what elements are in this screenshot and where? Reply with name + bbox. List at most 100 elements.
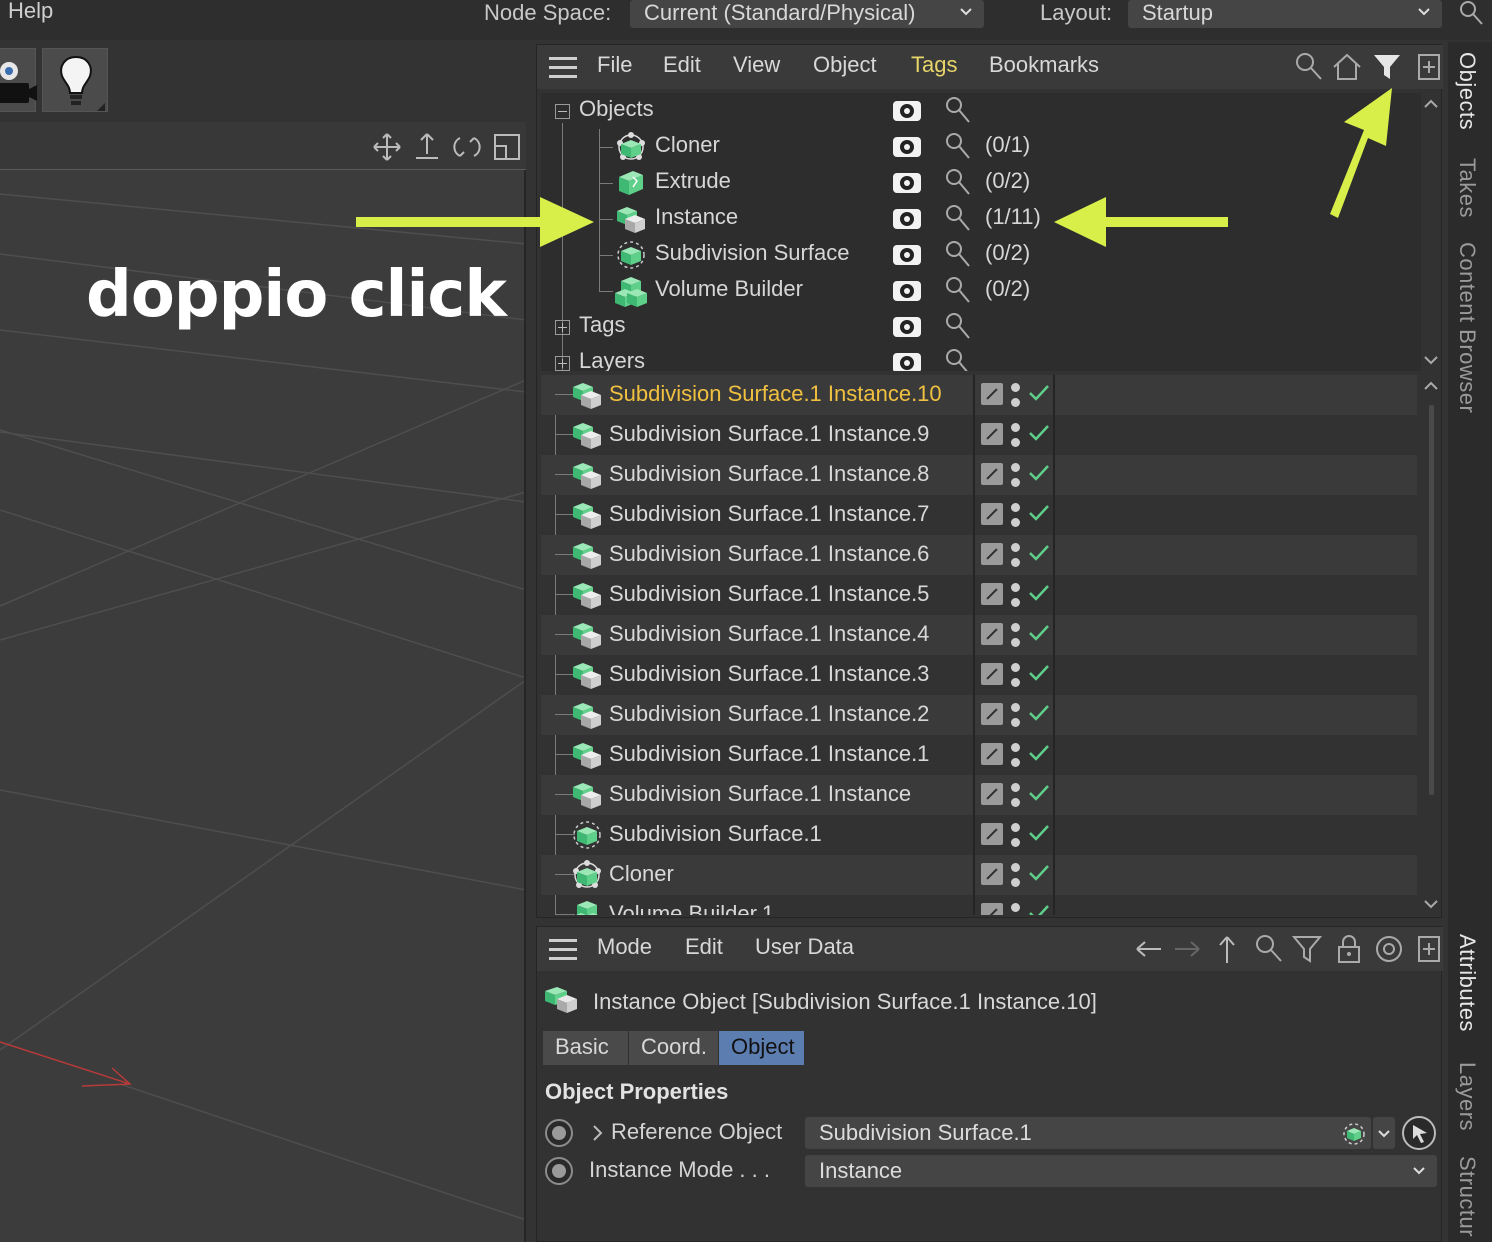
visibility-dots-icon[interactable] <box>1011 461 1021 489</box>
move-view-icon[interactable] <box>372 132 402 162</box>
edit-toggle-icon[interactable] <box>981 703 1003 725</box>
menu-edit[interactable]: Edit <box>663 52 701 78</box>
hamburger-menu-icon[interactable] <box>549 939 577 961</box>
list-item[interactable]: Subdivision Surface.1 Instance.8 <box>541 455 1417 495</box>
list-item[interactable]: Subdivision Surface.1 Instance.3 <box>541 655 1417 695</box>
visibility-dots-icon[interactable] <box>1011 581 1021 609</box>
menu-object[interactable]: Object <box>813 52 877 78</box>
filter-icon[interactable] <box>1291 933 1323 965</box>
check-icon[interactable] <box>1027 381 1051 405</box>
eye-icon[interactable] <box>893 353 921 371</box>
visibility-dots-icon[interactable] <box>1011 541 1021 569</box>
search-icon[interactable] <box>943 167 973 197</box>
list-item[interactable]: Subdivision Surface.1 <box>541 815 1417 855</box>
filter-icon[interactable] <box>1371 51 1403 83</box>
menu-user-data[interactable]: User Data <box>755 934 854 960</box>
check-icon[interactable] <box>1027 541 1051 565</box>
eye-icon[interactable] <box>893 281 921 301</box>
zoom-view-icon[interactable] <box>412 132 442 162</box>
eye-icon[interactable] <box>893 137 921 157</box>
edit-toggle-icon[interactable] <box>981 463 1003 485</box>
edit-toggle-icon[interactable] <box>981 623 1003 645</box>
eye-icon[interactable] <box>893 245 921 265</box>
tree-row-extrude[interactable]: Extrude (0/2) <box>541 165 1421 201</box>
list-item[interactable]: Cloner <box>541 855 1417 895</box>
edit-toggle-icon[interactable] <box>981 543 1003 565</box>
visibility-dots-icon[interactable] <box>1011 381 1021 409</box>
chevron-right-icon[interactable] <box>591 1123 605 1143</box>
check-icon[interactable] <box>1027 861 1051 885</box>
search-icon[interactable] <box>943 131 973 161</box>
visibility-dots-icon[interactable] <box>1011 741 1021 769</box>
search-icon[interactable] <box>943 311 973 341</box>
visibility-dots-icon[interactable] <box>1011 661 1021 689</box>
visibility-dots-icon[interactable] <box>1011 621 1021 649</box>
tab-basic[interactable]: Basic <box>543 1031 629 1065</box>
expand-icon[interactable] <box>555 356 570 371</box>
list-item[interactable]: Subdivision Surface.1 Instance.2 <box>541 695 1417 735</box>
search-icon[interactable] <box>1458 0 1484 26</box>
up-arrow-icon[interactable] <box>1211 933 1243 965</box>
visibility-dots-icon[interactable] <box>1011 501 1021 529</box>
check-icon[interactable] <box>1027 741 1051 765</box>
tree-scrollbar[interactable] <box>1421 93 1441 371</box>
edit-toggle-icon[interactable] <box>981 423 1003 445</box>
maximize-view-icon[interactable] <box>492 132 522 162</box>
list-item[interactable]: Subdivision Surface.1 Instance <box>541 775 1417 815</box>
edit-toggle-icon[interactable] <box>981 383 1003 405</box>
check-icon[interactable] <box>1027 581 1051 605</box>
menu-help[interactable]: Help <box>8 0 53 24</box>
rotate-view-icon[interactable] <box>452 132 482 162</box>
check-icon[interactable] <box>1027 501 1051 525</box>
visibility-dots-icon[interactable] <box>1011 781 1021 809</box>
collapse-icon[interactable] <box>555 104 570 119</box>
check-icon[interactable] <box>1027 621 1051 645</box>
search-icon[interactable] <box>943 239 973 269</box>
edit-toggle-icon[interactable] <box>981 743 1003 765</box>
list-item[interactable]: Subdivision Surface.1 Instance.4 <box>541 615 1417 655</box>
edit-toggle-icon[interactable] <box>981 663 1003 685</box>
reference-object-field[interactable]: Subdivision Surface.1 <box>805 1117 1371 1149</box>
pick-object-icon[interactable] <box>1401 1115 1437 1151</box>
expand-icon[interactable] <box>555 320 570 335</box>
tree-row-volume-builder[interactable]: Volume Builder (0/2) <box>541 273 1421 309</box>
list-scrollbar[interactable] <box>1421 375 1441 915</box>
tree-row-cloner[interactable]: Cloner (0/1) <box>541 129 1421 165</box>
visibility-dots-icon[interactable] <box>1011 421 1021 449</box>
menu-bookmarks[interactable]: Bookmarks <box>989 52 1099 78</box>
menu-edit[interactable]: Edit <box>685 934 723 960</box>
layout-select[interactable]: Startup <box>1128 0 1442 28</box>
menu-tags[interactable]: Tags <box>911 52 957 78</box>
tree-row-layers[interactable]: Layers <box>541 345 1421 371</box>
new-panel-icon[interactable] <box>1413 51 1445 83</box>
visibility-dots-icon[interactable] <box>1011 701 1021 729</box>
check-icon[interactable] <box>1027 781 1051 805</box>
menu-view[interactable]: View <box>733 52 780 78</box>
list-item[interactable]: Subdivision Surface.1 Instance.7 <box>541 495 1417 535</box>
tab-coord[interactable]: Coord. <box>629 1031 719 1065</box>
eye-icon[interactable] <box>893 209 921 229</box>
instance-mode-select[interactable]: Instance <box>805 1155 1437 1187</box>
edit-toggle-icon[interactable] <box>981 783 1003 805</box>
check-icon[interactable] <box>1027 901 1051 915</box>
tree-row-tags[interactable]: Tags <box>541 309 1421 345</box>
edit-toggle-icon[interactable] <box>981 503 1003 525</box>
edit-toggle-icon[interactable] <box>981 863 1003 885</box>
tab-structure[interactable]: Structur <box>1454 1156 1480 1237</box>
eye-icon[interactable] <box>893 173 921 193</box>
animation-radio-icon[interactable] <box>545 1157 573 1185</box>
eye-icon[interactable] <box>893 101 921 121</box>
tab-content-browser[interactable]: Content Browser <box>1454 242 1480 413</box>
edit-toggle-icon[interactable] <box>981 823 1003 845</box>
check-icon[interactable] <box>1027 461 1051 485</box>
search-icon[interactable] <box>943 347 973 371</box>
menu-file[interactable]: File <box>597 52 632 78</box>
light-button[interactable] <box>42 48 108 112</box>
3d-viewport[interactable]: doppio click <box>0 170 526 1242</box>
search-icon[interactable] <box>1293 51 1325 83</box>
check-icon[interactable] <box>1027 661 1051 685</box>
eye-icon[interactable] <box>893 317 921 337</box>
check-icon[interactable] <box>1027 821 1051 845</box>
home-icon[interactable] <box>1331 51 1363 83</box>
hamburger-menu-icon[interactable] <box>549 57 577 79</box>
